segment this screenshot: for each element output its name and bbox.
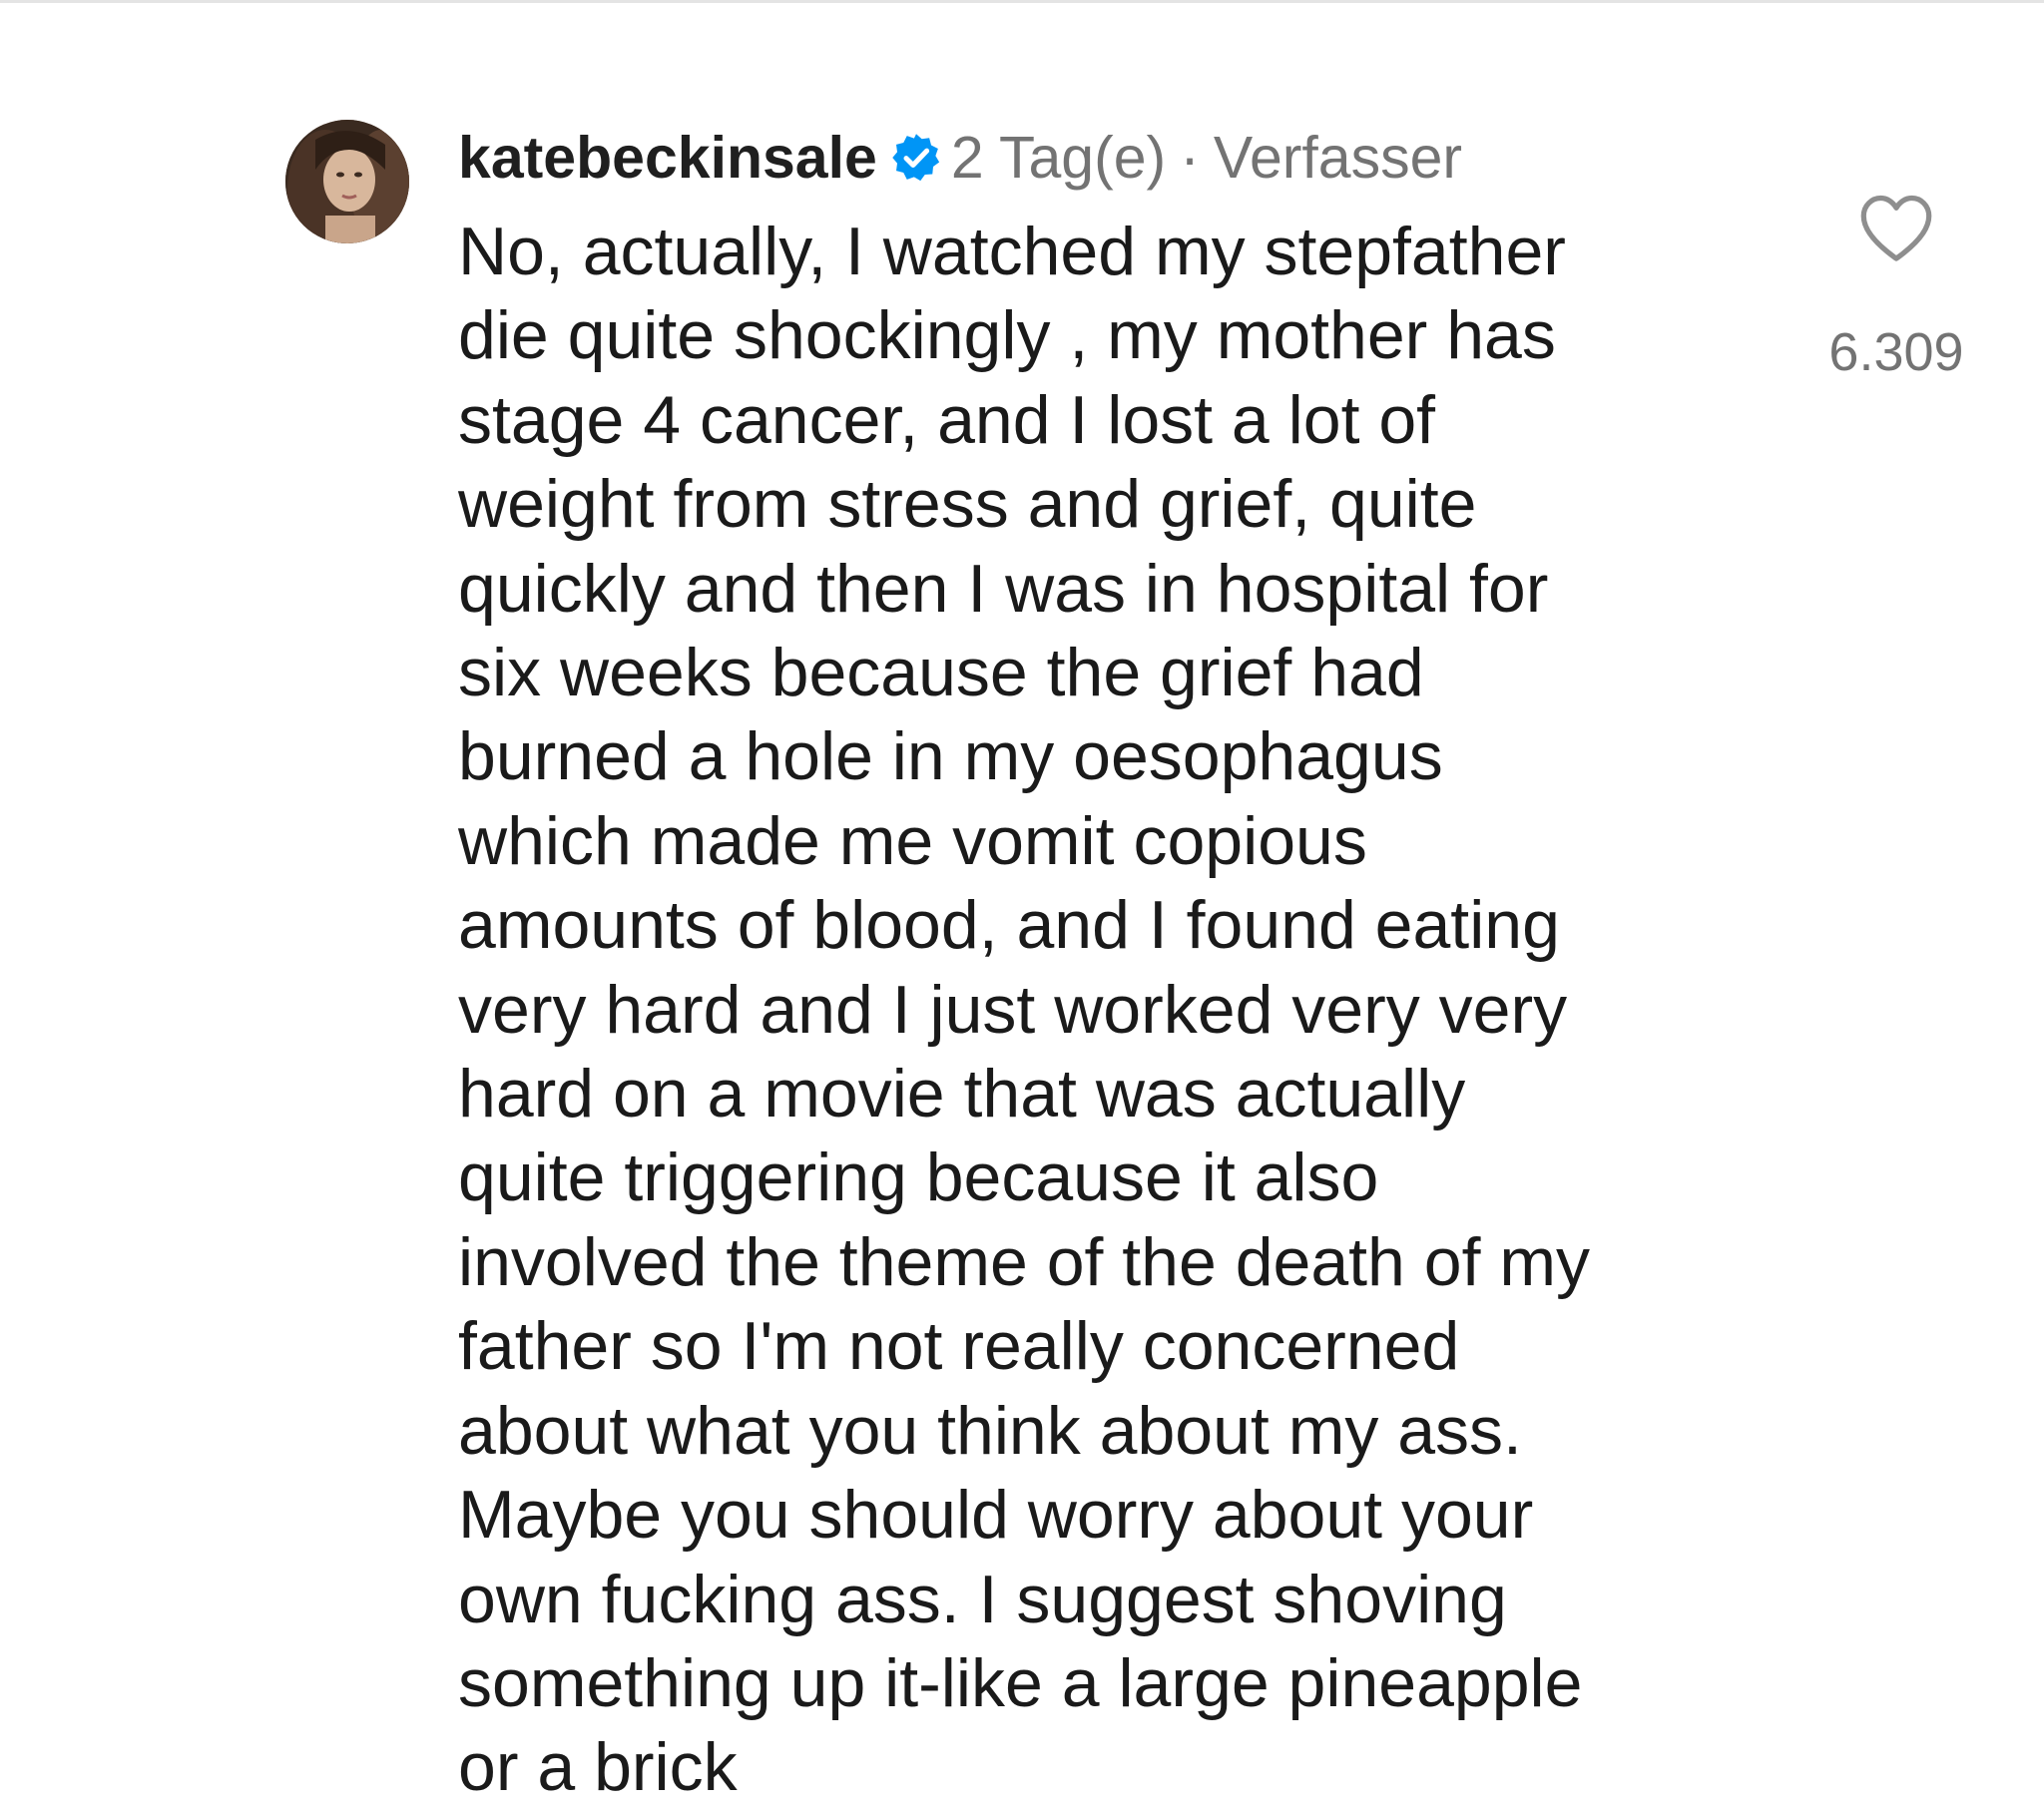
comment-text-line: six weeks because the grief had: [458, 635, 1424, 711]
comment-text-line: father so I'm not really concerned: [458, 1308, 1460, 1385]
author-label: Verfasser: [1213, 125, 1463, 191]
username[interactable]: katebeckinsale: [458, 124, 877, 192]
meta-separator: ·: [1180, 125, 1200, 191]
comment-text-line: burned a hole in my oesophagus: [458, 718, 1443, 795]
comment-text-line: weight from stress and grief, quite: [458, 466, 1477, 543]
like-count[interactable]: 6.309: [1796, 321, 1996, 383]
comment-text-line: die quite shockingly , my mother has: [458, 297, 1556, 374]
comment-text-line: No, actually, I watched my stepfather: [458, 214, 1566, 289]
avatar-photo: [285, 120, 409, 243]
comment: katebeckinsale 2 Tag(e) · Verfasser No, …: [0, 0, 2044, 1812]
timestamp: 2 Tag(e): [950, 125, 1167, 191]
comment-text-line: which made me vomit copious: [458, 802, 1367, 879]
like-heart-icon[interactable]: [1856, 192, 1936, 263]
comment-text-line: own fucking ass. I suggest shoving: [458, 1561, 1507, 1637]
comment-text-line: about what you think about my ass.: [458, 1392, 1522, 1469]
verified-badge-icon: [891, 133, 941, 183]
comment-text-line: involved the theme of the death of my: [458, 1223, 1591, 1300]
comment-text-line: amounts of blood, and I found eating: [458, 887, 1560, 964]
comment-header: katebeckinsale 2 Tag(e) · Verfasser: [458, 118, 1462, 198]
comment-text-line: quickly and then I was in hospital for: [458, 550, 1549, 627]
avatar[interactable]: [285, 120, 409, 243]
comment-text-line: something up it-like a large pineapple: [458, 1644, 1583, 1721]
comment-text-line: quite triggering because it also: [458, 1139, 1379, 1216]
comment-text-line: very hard and I just worked very very: [458, 971, 1568, 1048]
comment-text: No, actually, I watched my stepfather di…: [458, 210, 1776, 1810]
comment-text-line: or a brick: [458, 1729, 738, 1806]
comment-text-line: stage 4 cancer, and I lost a lot of: [458, 381, 1436, 458]
comment-text-line: Maybe you should worry about your: [458, 1477, 1534, 1554]
comment-text-line: hard on a movie that was actually: [458, 1056, 1466, 1132]
